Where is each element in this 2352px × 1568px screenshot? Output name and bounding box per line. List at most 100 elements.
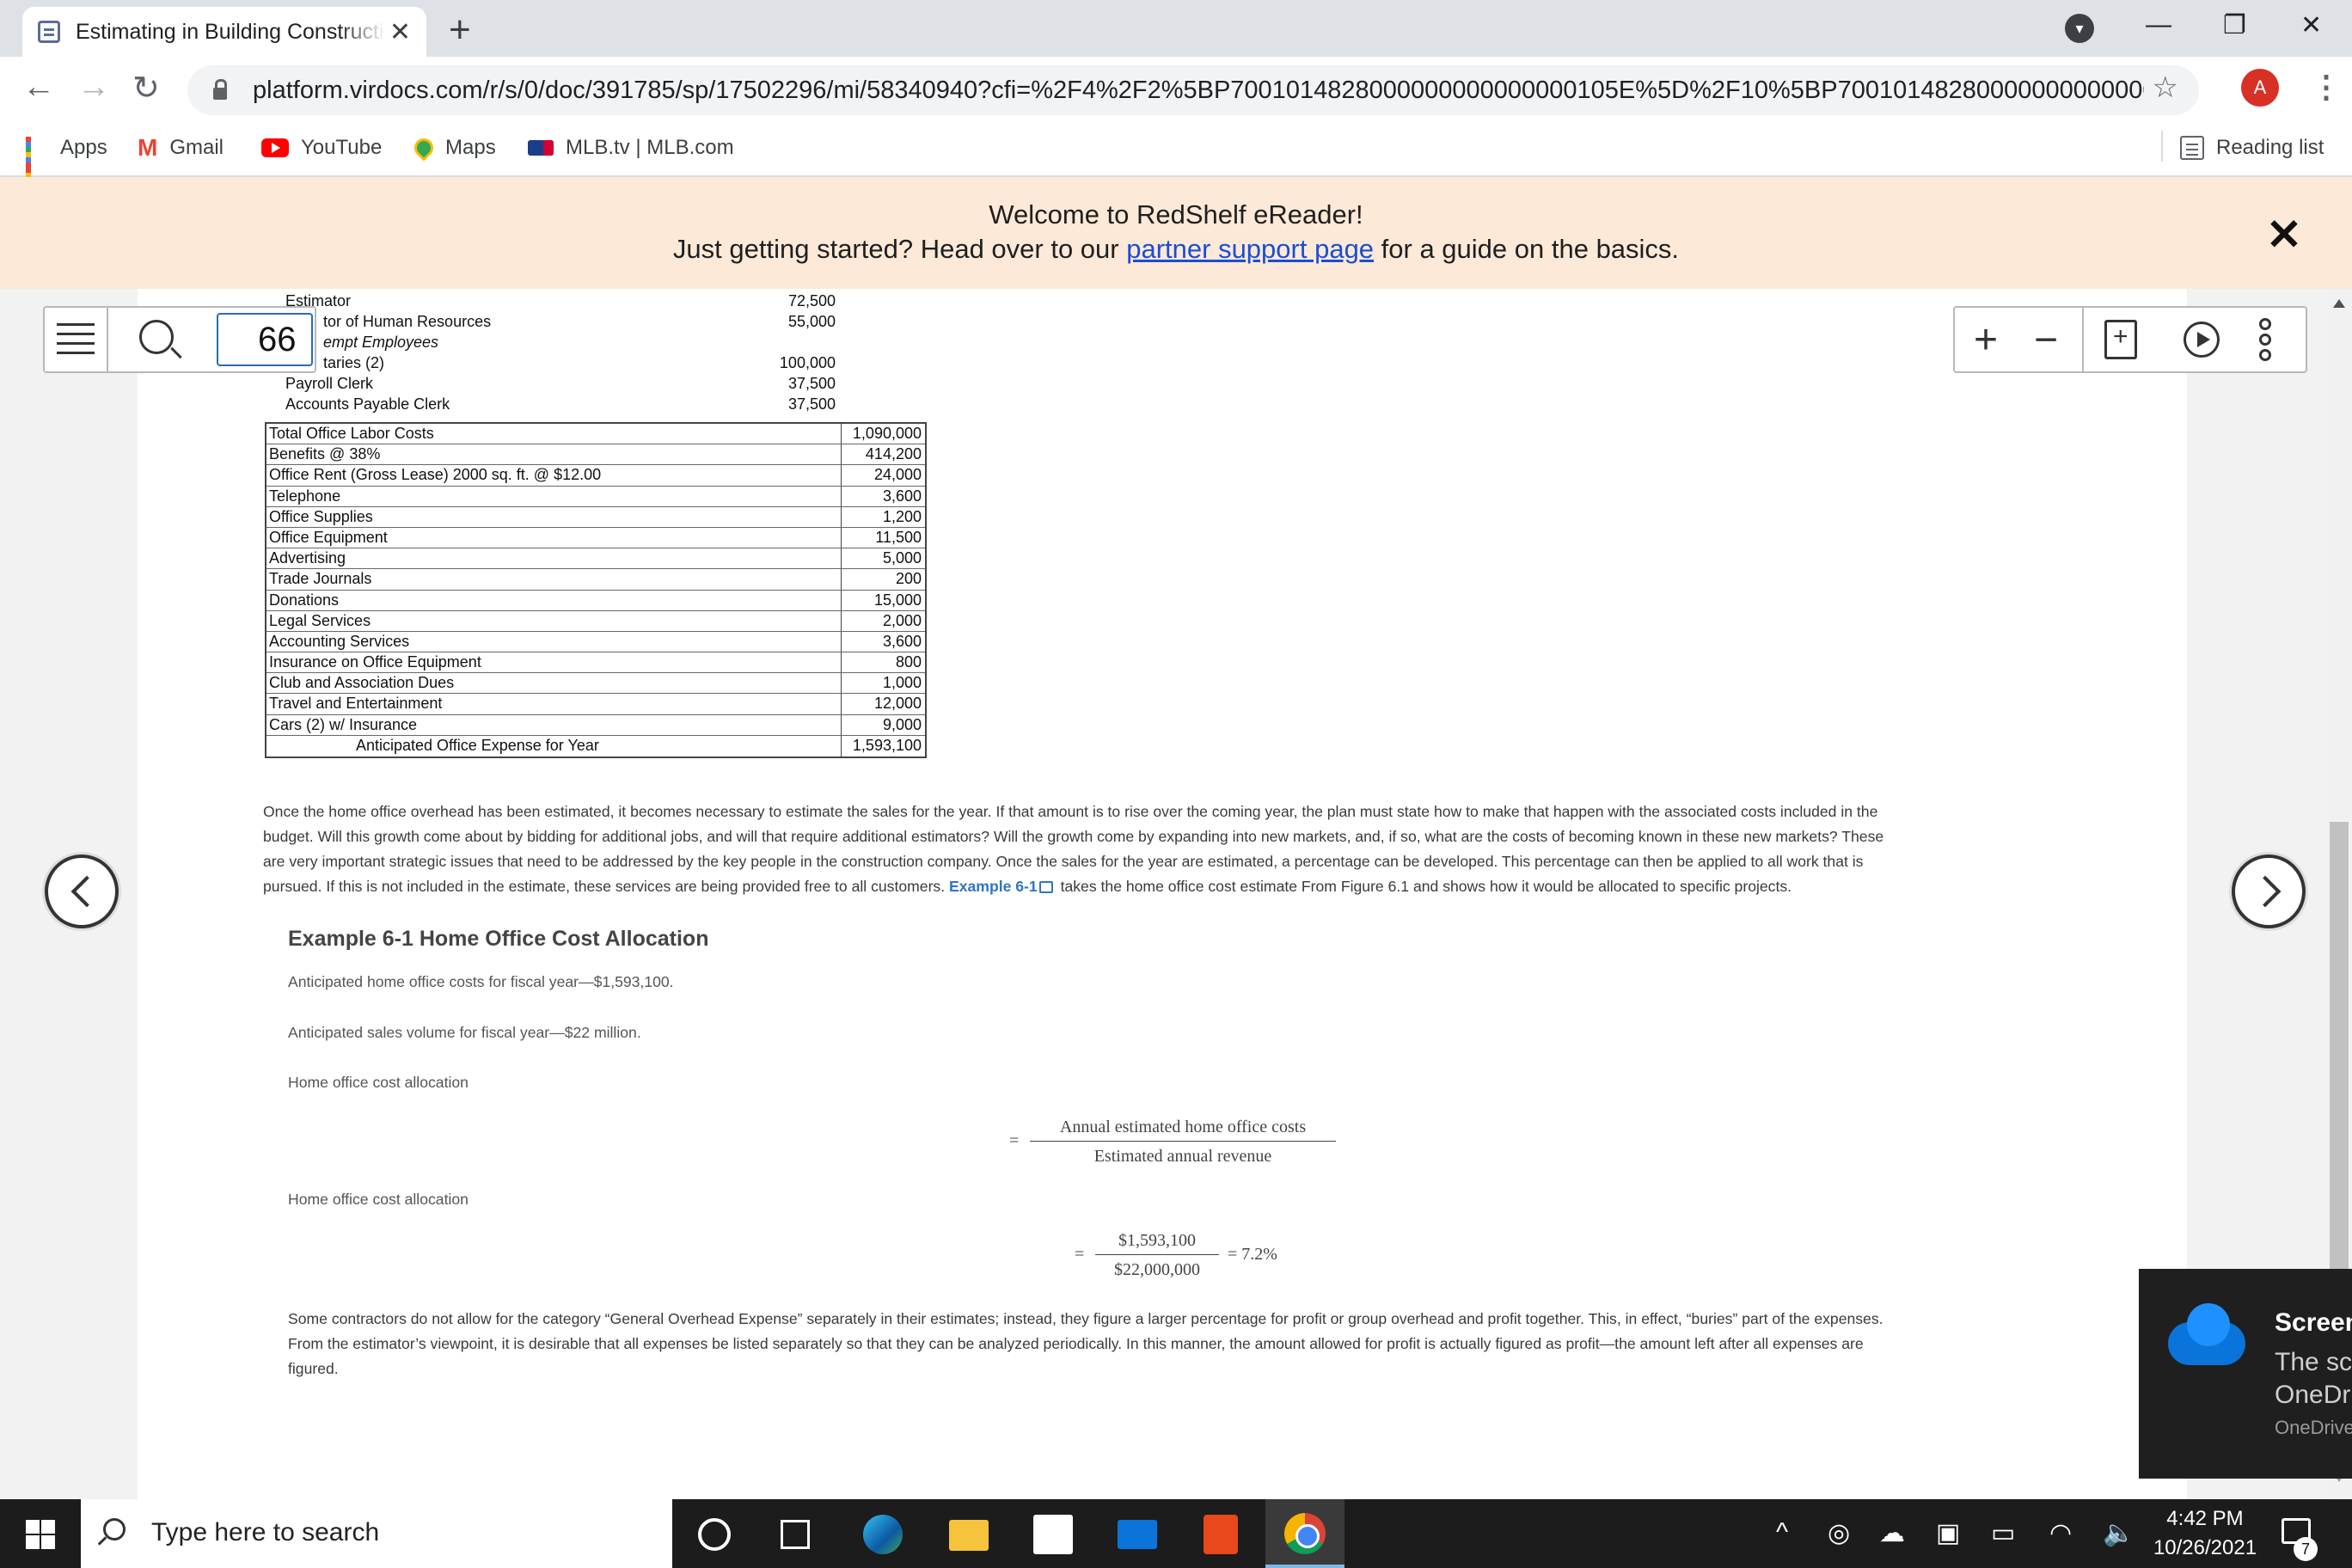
new-tab-button[interactable]: + [449,9,471,52]
external-link-icon[interactable] [1038,881,1053,893]
row-value: 1,000 [882,674,922,692]
row-label: taries (2) [323,354,385,371]
url-text[interactable]: platform.virdocs.com/r/s/0/doc/391785/sp… [253,77,2144,105]
microsoft-store-icon[interactable] [1033,1515,1073,1554]
paragraph-text: pursued. If this is not included in the … [263,878,949,895]
restore-icon[interactable]: ❐ [2223,10,2246,40]
row-value: 5,000 [882,549,922,567]
partner-support-link[interactable]: partner support page [1126,234,1374,264]
row-label: Payroll Clerk [285,375,374,392]
chevron-left-icon [70,875,103,908]
back-arrow-icon[interactable]: ← [22,69,55,106]
example-sales: Anticipated sales volume for fiscal year… [288,1024,641,1041]
onedrive-cloud-icon [2168,1303,2245,1365]
row-value: 15,000 [873,591,922,609]
row-label: Club and Association Dues [269,674,455,692]
minimize-icon[interactable]: — [2146,10,2171,40]
table-row: Office Supplies 1,200 [266,507,925,528]
zoom-out-button[interactable]: − [2034,316,2058,364]
zoom-in-button[interactable]: + [1974,316,1998,364]
bookmark-label: Gmail [169,136,224,159]
forward-arrow-icon[interactable]: → [77,69,110,106]
browser-tab[interactable]: Estimating in Building Constructio ✕ [22,7,426,57]
bookmark-label: Maps [445,136,496,159]
row-label: Cars (2) w/ Insurance [269,715,418,733]
page-number-input[interactable]: 66 [217,313,313,366]
window-close-icon[interactable]: ✕ [2300,10,2322,40]
formula-fraction: $1,593,100 $22,000,000 [1095,1231,1219,1280]
example-6-1-link[interactable]: Example 6-1 [949,878,1038,895]
formula-denominator: $22,000,000 [1114,1260,1200,1279]
row-value: 2,000 [882,611,922,629]
task-view-icon[interactable] [781,1520,810,1549]
row-value: 3,600 [882,487,922,505]
scrollbar-thumb[interactable] [2330,822,2349,1269]
edge-browser-icon[interactable] [863,1515,903,1554]
bookmark-maps[interactable]: Maps [410,131,496,165]
notification-line: OneDr [2275,1381,2351,1409]
table-total-row: Anticipated Office Expense for Year 1,593… [266,736,925,756]
expense-table: Total Office Labor Costs 1,090,000 Benefi… [265,422,927,758]
gmail-icon: M [138,134,158,161]
meet-now-icon[interactable]: ◎ [1828,1518,1850,1548]
chrome-menu-icon[interactable]: ⋮ [2311,69,2342,105]
banner-subtitle: Just getting started? Head over to our p… [0,234,2352,265]
youtube-icon [261,138,289,157]
table-row: Telephone 3,600 [266,487,925,507]
next-page-button[interactable] [2232,854,2306,928]
cortana-icon[interactable] [698,1518,731,1551]
office-icon[interactable] [1204,1515,1238,1554]
bookmark-apps[interactable]: Apps [26,131,107,183]
reading-list-button[interactable]: Reading list [2180,131,2324,165]
address-bar[interactable]: platform.virdocs.com/r/s/0/doc/391785/sp… [187,65,2199,115]
onedrive-notification[interactable]: Screen The scr OneDr OneDrive [2139,1269,2352,1479]
tab-close-button[interactable]: ✕ [389,17,411,47]
scroll-up-icon[interactable] [2333,299,2345,308]
reader-viewport[interactable]: Estimator 72,500 tor of Human Resources … [0,289,2352,1499]
windows-start-icon[interactable] [26,1520,55,1549]
previous-page-button[interactable] [45,854,119,928]
tab-title: Estimating in Building Constructio [76,19,385,44]
bookmark-gmail[interactable]: M Gmail [138,131,224,165]
read-aloud-icon[interactable] [2184,322,2220,358]
search-icon[interactable] [139,320,174,354]
row-label: Trade Journals [269,570,372,588]
tab-search-icon[interactable]: ▾ [2065,14,2094,43]
bookmark-youtube[interactable]: YouTube [261,131,382,165]
example-costs: Anticipated home office costs for fiscal… [288,973,674,990]
taskbar-search-box[interactable]: Type here to search [81,1499,672,1568]
table-row: Accounting Services 3,600 [266,632,925,653]
table-of-contents-icon[interactable] [57,323,95,358]
battery-icon[interactable]: ▭ [1991,1518,2015,1548]
system-clock[interactable]: 4:42 PM 10/26/2021 [2149,1504,2261,1563]
banner-text: for a guide on the basics. [1374,234,1680,264]
bookmarks-bar: Apps M Gmail YouTube Maps MLB.tv | MLB.c… [0,124,2352,183]
banner-title: Welcome to RedShelf eReader! [989,199,1363,230]
reader-tools-right: + − [1953,306,2307,373]
add-bookmark-icon[interactable] [2104,320,2137,359]
table-row: tor of Human Resources 55,000 [265,313,927,334]
reload-icon[interactable]: ↻ [132,69,160,107]
chrome-taskbar-button[interactable] [1265,1499,1344,1568]
volume-icon[interactable]: 🔈 [2103,1518,2135,1548]
allocation-label: Home office cost allocation [288,1191,469,1208]
profile-avatar[interactable]: A [2241,69,2279,107]
banner-close-button[interactable]: ✕ [2266,210,2302,260]
table-row: Donations 15,000 [266,591,925,611]
example-title: Example 6-1 Home Office Cost Allocation [288,927,709,951]
file-explorer-icon[interactable] [949,1520,989,1551]
bookmark-mlb[interactable]: MLB.tv | MLB.com [528,131,734,165]
show-hidden-icons-icon[interactable]: ^ [1776,1518,1788,1547]
apps-grid-icon [26,137,48,183]
row-label: Office Rent (Gross Lease) 2000 sq. ft. @… [269,466,602,484]
row-label: Travel and Entertainment [269,695,443,713]
more-options-icon[interactable] [2259,318,2276,364]
bookmark-star-icon[interactable]: ☆ [2153,70,2178,105]
row-label: Total Office Labor Costs [269,425,434,442]
wifi-icon[interactable]: ◠ [2049,1518,2072,1548]
toolbar-divider [107,308,108,371]
table-row: Accounts Payable Clerk 37,500 [265,395,927,416]
display-icon[interactable]: ▣ [1936,1518,1960,1548]
mail-icon[interactable] [1118,1520,1157,1549]
onedrive-tray-icon[interactable]: ☁ [1879,1518,1905,1548]
